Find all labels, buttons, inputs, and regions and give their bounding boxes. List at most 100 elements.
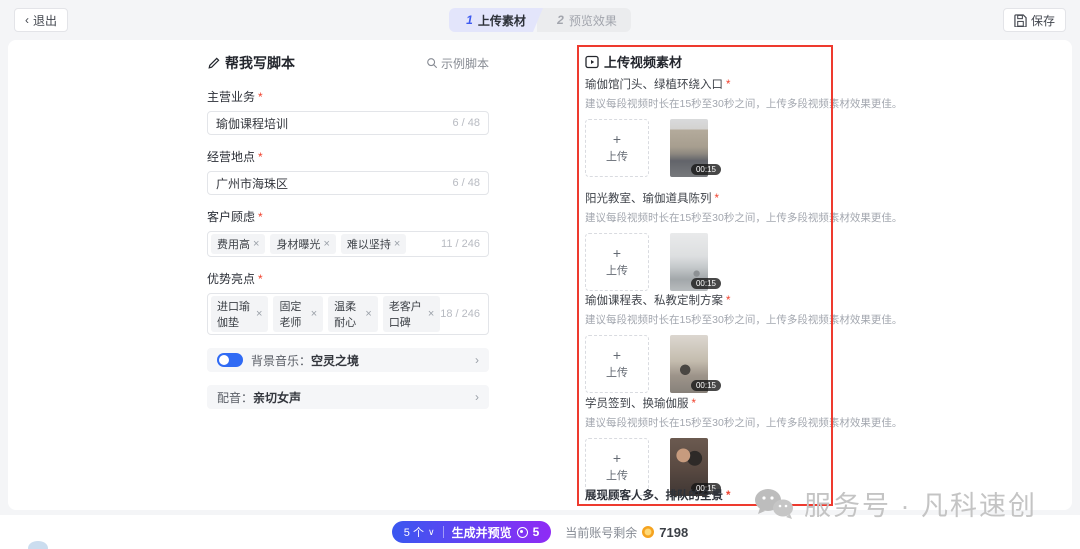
tag-label: 身材曝光 bbox=[276, 236, 320, 252]
upload-panel-title: 上传视频素材 bbox=[585, 52, 682, 71]
account-balance: 当前账号剩余 7198 bbox=[565, 524, 688, 541]
field-main-business: 主营业务 瑜伽课程培训 6 / 48 bbox=[207, 88, 489, 135]
field-label: 主营业务 bbox=[207, 88, 489, 105]
business-location-input[interactable]: 广州市海珠区 6 / 48 bbox=[207, 171, 489, 195]
advantages-input[interactable]: 进口瑜伽垫× 固定老师× 温柔耐心× 老客户口碑× 18 / 246 bbox=[207, 293, 489, 335]
remove-tag-icon[interactable]: × bbox=[394, 238, 400, 250]
step-number: 2 bbox=[557, 13, 564, 27]
coin-icon bbox=[642, 526, 654, 538]
step-preview-effect[interactable]: 2 预览效果 bbox=[537, 8, 631, 32]
music-toggle[interactable] bbox=[217, 353, 243, 367]
upload-panel-title-text: 上传视频素材 bbox=[604, 52, 682, 71]
video-thumbnail[interactable]: 00:15 bbox=[657, 233, 721, 291]
section-tip: 建议每段视频时长在15秒至30秒之间，上传多段视频素材效果更佳。 bbox=[585, 312, 825, 327]
count-label: 5 个 bbox=[404, 524, 424, 540]
plus-icon: + bbox=[613, 246, 621, 260]
page: ‹ 退出 1 上传素材 2 预览效果 保存 bbox=[0, 0, 1080, 549]
upload-button[interactable]: + 上传 bbox=[585, 233, 649, 291]
save-icon bbox=[1014, 14, 1027, 27]
balance-value: 7198 bbox=[659, 525, 688, 540]
section-title: 瑜伽课程表、私教定制方案 bbox=[585, 292, 825, 308]
caret-down-icon: ∨ bbox=[428, 527, 435, 538]
back-icon: ‹ bbox=[25, 13, 29, 27]
tag-label: 老客户口碑 bbox=[389, 298, 425, 330]
tag-label: 难以坚持 bbox=[347, 236, 391, 252]
duration-badge: 00:15 bbox=[691, 164, 721, 175]
upload-section-classroom: 阳光教室、瑜伽道具陈列 建议每段视频时长在15秒至30秒之间，上传多段视频素材效… bbox=[585, 190, 825, 291]
remove-tag-icon[interactable]: × bbox=[253, 238, 259, 250]
save-button-label: 保存 bbox=[1031, 12, 1055, 29]
tag-label: 温柔耐心 bbox=[334, 298, 362, 330]
remove-tag-icon[interactable]: × bbox=[311, 308, 317, 320]
step-upload-materials[interactable]: 1 上传素材 bbox=[449, 8, 543, 32]
remove-tag-icon[interactable]: × bbox=[428, 308, 434, 320]
upload-button[interactable]: + 上传 bbox=[585, 335, 649, 393]
char-counter: 18 / 246 bbox=[440, 308, 480, 320]
tag-label: 固定老师 bbox=[279, 298, 307, 330]
section-title: 阳光教室、瑜伽道具陈列 bbox=[585, 190, 825, 206]
step-number: 1 bbox=[466, 13, 473, 27]
cost-value: 5 bbox=[533, 525, 540, 539]
voiceover-value: 亲切女声 bbox=[253, 389, 301, 406]
tag-chip[interactable]: 身材曝光× bbox=[270, 234, 335, 254]
upload-label: 上传 bbox=[606, 467, 628, 483]
step-label: 上传素材 bbox=[478, 12, 526, 29]
field-business-location: 经营地点 广州市海珠区 6 / 48 bbox=[207, 148, 489, 195]
main-card bbox=[8, 40, 1072, 510]
video-thumbnail[interactable]: 00:15 bbox=[657, 119, 721, 177]
duration-badge: 00:15 bbox=[691, 380, 721, 391]
video-icon bbox=[585, 55, 599, 69]
section-tip: 建议每段视频时长在15秒至30秒之间，上传多段视频素材效果更佳。 bbox=[585, 210, 825, 225]
voiceover-row[interactable]: 配音： 亲切女声 › bbox=[207, 385, 489, 409]
remove-tag-icon[interactable]: × bbox=[323, 238, 329, 250]
count-dropdown[interactable]: 5 个 ∨ bbox=[404, 524, 435, 540]
coin-icon bbox=[517, 527, 528, 538]
field-customer-concerns: 客户顾虑 费用高× 身材曝光× 难以坚持× 11 / 246 bbox=[207, 208, 489, 257]
voiceover-label: 配音： bbox=[217, 389, 253, 406]
char-counter: 11 / 246 bbox=[441, 238, 480, 250]
generate-preview-button[interactable]: 5 个 ∨ 生成并预览 5 bbox=[392, 521, 551, 543]
section-title: 展现顾客人多、排队的全景 bbox=[585, 487, 825, 503]
exit-button[interactable]: ‹ 退出 bbox=[14, 8, 68, 32]
chevron-right-icon: › bbox=[475, 390, 479, 404]
save-button[interactable]: 保存 bbox=[1003, 8, 1066, 32]
main-business-input[interactable]: 瑜伽课程培训 6 / 48 bbox=[207, 111, 489, 135]
background-music-row[interactable]: 背景音乐： 空灵之境 › bbox=[207, 348, 489, 372]
tag-label: 进口瑜伽垫 bbox=[217, 298, 253, 330]
upload-label: 上传 bbox=[606, 364, 628, 380]
upload-label: 上传 bbox=[606, 262, 628, 278]
tag-chip[interactable]: 固定老师 × bbox=[273, 296, 323, 332]
step-indicator: 1 上传素材 2 预览效果 bbox=[449, 8, 631, 32]
remove-tag-icon[interactable]: × bbox=[365, 308, 371, 320]
tag-chip[interactable]: 老客户口碑× bbox=[383, 296, 440, 332]
customer-concerns-input[interactable]: 费用高× 身材曝光× 难以坚持× 11 / 246 bbox=[207, 231, 489, 257]
tag-chip[interactable]: 难以坚持× bbox=[341, 234, 406, 254]
upload-button[interactable]: + 上传 bbox=[585, 119, 649, 177]
upload-section-entrance: 瑜伽馆门头、绿植环绕入口 建议每段视频时长在15秒至30秒之间，上传多段视频素材… bbox=[585, 76, 825, 177]
chevron-right-icon: › bbox=[475, 353, 479, 367]
tag-chip[interactable]: 温柔耐心× bbox=[328, 296, 378, 332]
upload-section-schedule: 瑜伽课程表、私教定制方案 建议每段视频时长在15秒至30秒之间，上传多段视频素材… bbox=[585, 292, 825, 393]
duration-badge: 00:15 bbox=[691, 278, 721, 289]
tag-chip[interactable]: 费用高× bbox=[211, 234, 265, 254]
field-label: 经营地点 bbox=[207, 148, 489, 165]
example-script-link[interactable]: 示例脚本 bbox=[426, 55, 489, 72]
magnifier-icon bbox=[426, 57, 438, 69]
section-tip: 建议每段视频时长在15秒至30秒之间，上传多段视频素材效果更佳。 bbox=[585, 96, 825, 111]
field-label: 优势亮点 bbox=[207, 270, 489, 287]
section-tip: 建议每段视频时长在15秒至30秒之间，上传多段视频素材效果更佳。 bbox=[585, 415, 825, 430]
exit-button-label: 退出 bbox=[33, 12, 57, 29]
char-counter: 6 / 48 bbox=[452, 177, 480, 189]
button-divider bbox=[443, 526, 444, 538]
video-thumbnail[interactable]: 00:15 bbox=[657, 335, 721, 393]
bottom-bar: 5 个 ∨ 生成并预览 5 当前账号剩余 7198 bbox=[0, 515, 1080, 549]
tag-label: 费用高 bbox=[217, 236, 250, 252]
plus-icon: + bbox=[613, 132, 621, 146]
upload-label: 上传 bbox=[606, 148, 628, 164]
field-label: 客户顾虑 bbox=[207, 208, 489, 225]
upload-section-panorama: 展现顾客人多、排队的全景 bbox=[585, 487, 825, 503]
plus-icon: + bbox=[613, 348, 621, 362]
tag-chip[interactable]: 进口瑜伽垫× bbox=[211, 296, 268, 332]
music-label: 背景音乐： bbox=[251, 352, 311, 369]
remove-tag-icon[interactable]: × bbox=[256, 308, 262, 320]
